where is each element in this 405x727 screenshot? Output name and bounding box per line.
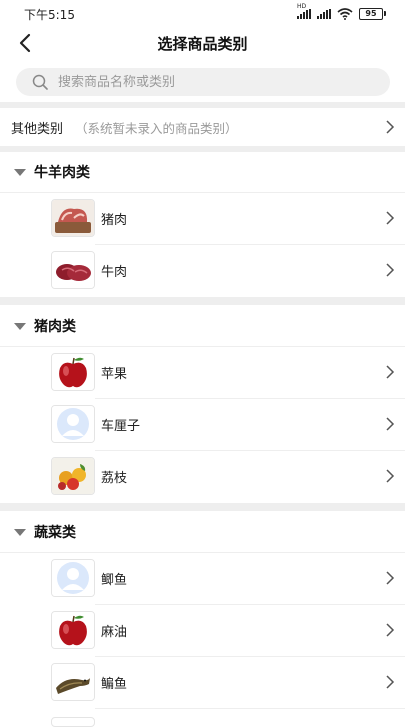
list-item-partial (0, 708, 405, 727)
section-header-beef-lamb[interactable]: 牛羊肉类 (0, 152, 405, 192)
item-label: 苹果 (101, 367, 128, 382)
list-item-apple[interactable]: 苹果 (0, 346, 405, 398)
list-item-lychee[interactable]: 荔枝 (0, 450, 405, 502)
fish-image (51, 663, 95, 701)
item-label: 麻油 (101, 625, 128, 640)
item-label: 荔枝 (101, 471, 128, 486)
item-label: 车厘子 (101, 419, 141, 434)
placeholder-avatar-image (51, 405, 95, 443)
chevron-right-icon (386, 120, 395, 134)
chevron-right-icon (386, 675, 395, 689)
section-title: 牛羊肉类 (34, 165, 90, 181)
hd-signal-icon: HD (297, 4, 311, 19)
beef-image (51, 251, 95, 289)
section-header-vegetables[interactable]: 蔬菜类 (0, 512, 405, 552)
apple-image (51, 353, 95, 391)
other-category-row[interactable]: 其他类别 （系统暂未录入的商品类别） (0, 108, 405, 146)
list-item-beef[interactable]: 牛肉 (0, 244, 405, 296)
search-bar (16, 68, 390, 96)
list-item-sesame-oil[interactable]: 麻油 (0, 604, 405, 656)
page-title: 选择商品类别 (157, 34, 248, 53)
divider (0, 503, 405, 511)
status-bar: 下午5:15 HD 95 (0, 0, 405, 28)
list-item-cherry[interactable]: 车厘子 (0, 398, 405, 450)
hd-label: HD (297, 3, 307, 10)
divider (0, 297, 405, 305)
search-input[interactable] (56, 73, 340, 91)
battery-icon: 95 (359, 8, 386, 20)
list-item-bream[interactable]: 鳊鱼 (0, 656, 405, 708)
placeholder-avatar-image (51, 559, 95, 597)
caret-down-icon (14, 168, 26, 176)
fruit-bowl-image (51, 457, 95, 495)
search-icon (32, 74, 48, 90)
chevron-right-icon (386, 417, 395, 431)
section-title: 蔬菜类 (34, 525, 76, 541)
caret-down-icon (14, 528, 26, 536)
wifi-icon (337, 8, 353, 20)
item-label: 鲫鱼 (101, 573, 128, 588)
apple-image (51, 611, 95, 649)
chevron-right-icon (386, 571, 395, 585)
chevron-right-icon (386, 623, 395, 637)
chevron-right-icon (386, 365, 395, 379)
back-button[interactable] (12, 30, 38, 56)
item-image (51, 717, 95, 727)
list-item-pork[interactable]: 猪肉 (0, 192, 405, 244)
section-title: 猪肉类 (34, 319, 76, 335)
item-label: 猪肉 (101, 213, 128, 228)
chevron-right-icon (386, 211, 395, 225)
list-item-crucian-carp[interactable]: 鲫鱼 (0, 552, 405, 604)
caret-down-icon (14, 322, 26, 330)
signal-icon (317, 9, 331, 19)
other-category-note: （系统暂未录入的商品类别） (75, 120, 238, 136)
raw-meat-image (51, 199, 95, 237)
status-icons: HD 95 (297, 4, 386, 20)
other-category-label: 其他类别 (11, 121, 64, 137)
chevron-right-icon (386, 469, 395, 483)
battery-level: 95 (365, 9, 377, 18)
chevron-left-icon (19, 33, 31, 53)
status-time: 下午5:15 (24, 7, 75, 22)
search-box[interactable] (16, 68, 390, 96)
item-label: 牛肉 (101, 265, 128, 280)
section-header-pork[interactable]: 猪肉类 (0, 306, 405, 346)
item-label: 鳊鱼 (101, 677, 128, 692)
nav-bar: 选择商品类别 (0, 28, 405, 58)
chevron-right-icon (386, 263, 395, 277)
